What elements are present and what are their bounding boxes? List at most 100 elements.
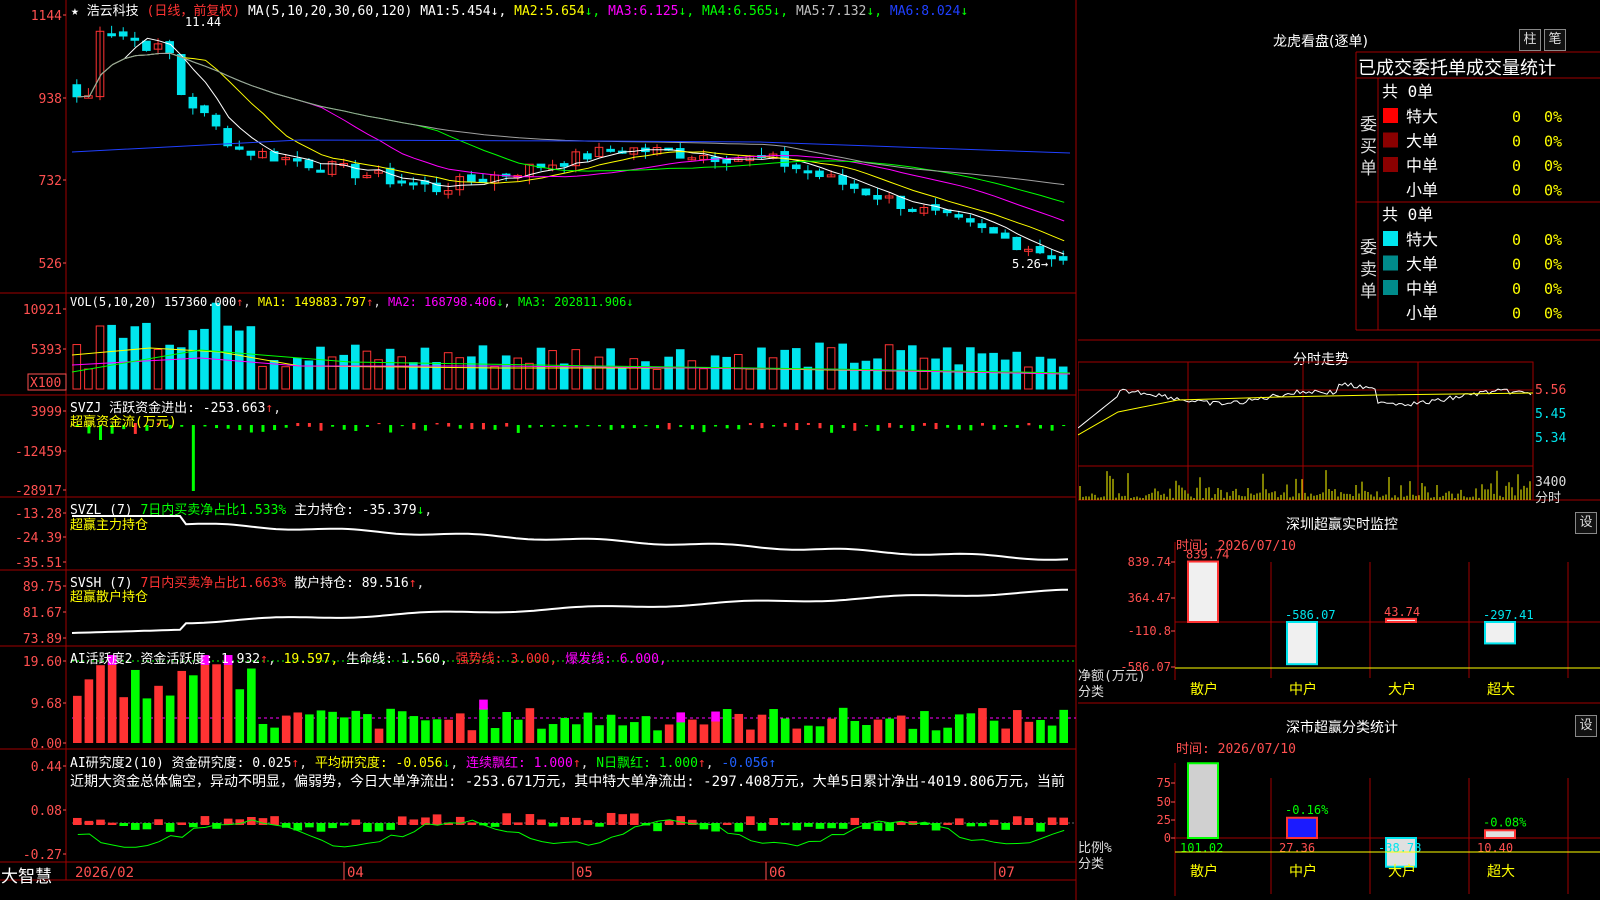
fund-flow-bar	[377, 423, 381, 425]
star-icon[interactable]: ★	[71, 4, 79, 19]
fund-flow-bar	[273, 425, 277, 431]
ai1-life: 生命线: 1.560,	[346, 652, 448, 667]
candle-body	[966, 218, 975, 223]
stat-ylabel: 比例%	[1078, 841, 1112, 856]
candle-body	[316, 169, 325, 173]
activity-bar	[513, 719, 523, 743]
candle-body	[954, 214, 964, 218]
research-bar	[502, 813, 511, 825]
activity-bar	[316, 710, 326, 743]
activity-bar	[722, 709, 732, 743]
activity-peak	[676, 712, 686, 723]
research-bar	[827, 823, 836, 829]
candle-body	[583, 153, 592, 160]
volume-bar	[815, 342, 824, 390]
buy-row-label: 小单	[1406, 181, 1438, 200]
svzl-arrow: ↓	[416, 503, 425, 518]
buy-row-count: 0	[1512, 108, 1521, 126]
stat-value-label: 27.36	[1279, 841, 1315, 855]
ma3-arrow: ↓,	[678, 4, 695, 19]
fund-flow-bar	[342, 425, 346, 430]
research-bar	[885, 823, 894, 832]
volume-bar	[919, 357, 929, 390]
ai1-arrow: ↑	[260, 652, 268, 667]
candle-body	[188, 96, 198, 109]
activity-bar	[200, 663, 210, 743]
candle-body	[397, 180, 407, 184]
volume-bar	[722, 356, 731, 390]
svzl-sub: 超赢主力持仓	[70, 518, 149, 533]
stat-ytick: 0	[1164, 831, 1171, 845]
activity-bar	[351, 710, 361, 743]
candle-body	[246, 150, 256, 156]
candle-body	[1000, 232, 1010, 239]
vol-value: 157360.000	[163, 295, 237, 309]
stat-xlabel: 分类	[1078, 857, 1104, 872]
research-bar	[409, 819, 419, 825]
research-bar	[780, 823, 790, 826]
fund-flow-bar	[528, 425, 532, 428]
research-bar	[560, 817, 569, 825]
fund-flow-bar	[423, 425, 427, 431]
monitor-value-label: -297.41	[1483, 608, 1534, 622]
ma1-label: MA1:	[420, 4, 452, 19]
volume-bar	[675, 349, 685, 390]
activity-bar	[757, 714, 767, 743]
activity-bar	[107, 663, 117, 743]
activity-bar	[896, 715, 906, 743]
date-axis-month: 07	[998, 865, 1015, 881]
candle-body	[803, 170, 813, 174]
candle-body	[791, 164, 801, 170]
fund-flow-bar	[331, 425, 335, 427]
activity-bar	[780, 718, 790, 743]
research-bar	[455, 816, 465, 825]
volume-bar	[165, 344, 174, 390]
sell-row-label: 中单	[1406, 279, 1438, 298]
retail-holding-line	[71, 588, 1069, 634]
volume-bar	[768, 357, 778, 390]
candle-body	[107, 33, 116, 37]
research-bar	[1047, 817, 1057, 825]
activity-bar	[618, 725, 628, 743]
volume-bar	[339, 354, 349, 390]
fund-flow-bar	[447, 423, 451, 427]
activity-bar	[804, 725, 813, 743]
candle-body	[873, 195, 882, 200]
right-charts: 委买单共 0单特大 0 0%大单 0 0%中单 0 0%小单 0 0%委卖单共 0单特大 0 0%大…	[1078, 51, 1600, 896]
ma2-value: 5.654	[545, 4, 585, 19]
svzl-ytick: -35.51	[15, 556, 62, 571]
activity-bar	[154, 685, 163, 743]
volume-bar	[258, 365, 267, 390]
volume-bar	[908, 345, 917, 390]
activity-bar	[165, 695, 175, 743]
research-bar	[177, 822, 187, 825]
fenshi-avg-line	[1078, 392, 1534, 436]
research-bar	[374, 823, 384, 832]
research-bar	[989, 819, 999, 825]
research-bar	[467, 822, 477, 825]
stat-bar	[1286, 816, 1318, 840]
ma6-arrow: ↓	[960, 4, 969, 19]
vol-ma1: MA1: 149883.797	[257, 295, 367, 309]
sell-row-pct: 0%	[1544, 256, 1562, 274]
fund-flow-bar	[203, 425, 207, 427]
ai2-cont: 连续飘红: 1.000	[466, 756, 573, 771]
vol-unit-label: X100	[30, 376, 61, 391]
activity-bar	[374, 728, 384, 743]
fund-flow-bar	[702, 425, 706, 433]
activity-peak	[479, 699, 488, 710]
activity-bar	[119, 697, 129, 743]
fund-flow-bar	[772, 425, 776, 427]
activity-bar	[966, 713, 976, 743]
fund-flow-bar	[946, 425, 950, 428]
fund-flow-bar	[539, 425, 543, 427]
activity-bar	[270, 727, 279, 743]
research-bar	[815, 823, 825, 829]
volume-bar	[362, 350, 372, 390]
volume-bar	[733, 353, 743, 390]
ai2-ytick: 0.44	[31, 760, 62, 775]
buy-color-swatch	[1383, 108, 1398, 123]
buy-row-pct: 0%	[1544, 157, 1562, 175]
research-bar	[432, 814, 442, 825]
ai2-arrow2: ↓	[442, 756, 451, 771]
